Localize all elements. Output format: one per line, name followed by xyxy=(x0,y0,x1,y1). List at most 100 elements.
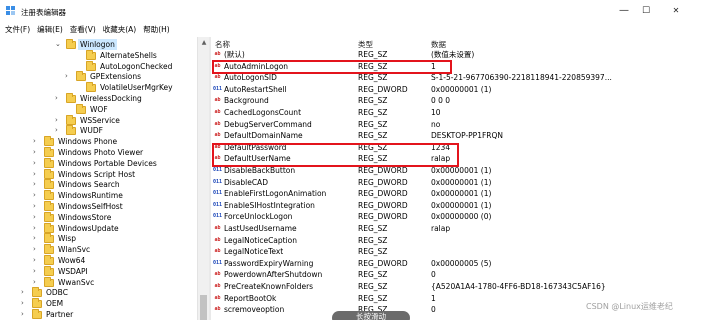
value-type: REG_SZ xyxy=(358,96,388,106)
collapsed-chevron-icon[interactable]: › xyxy=(33,179,41,190)
value-type: REG_SZ xyxy=(358,119,388,129)
folder-icon xyxy=(66,93,76,103)
collapsed-chevron-icon[interactable]: › xyxy=(21,287,29,298)
collapsed-chevron-icon[interactable]: › xyxy=(33,244,41,255)
value-row[interactable]: 011 ForceUnlockLogon REG_DWORD 0x00000000 (… xyxy=(211,211,715,222)
collapsed-chevron-icon[interactable]: › xyxy=(55,125,63,136)
string-value-icon: ab xyxy=(214,51,221,57)
minimize-button[interactable]: — xyxy=(612,4,636,18)
value-data: 0x00000001 (1) xyxy=(431,84,492,94)
string-value-icon: ab xyxy=(214,271,221,278)
folder-icon xyxy=(76,103,86,114)
value-row[interactable]: ab Background REG_SZ 0 0 0 xyxy=(211,95,715,106)
value-row[interactable]: ab LegalNoticeText REG_SZ xyxy=(211,246,715,257)
close-button[interactable]: ✕ xyxy=(664,4,688,18)
value-data: (数值未设置) xyxy=(431,50,475,59)
tree-item-label: Partner xyxy=(46,310,74,319)
collapsed-chevron-icon[interactable]: › xyxy=(33,201,41,212)
collapsed-chevron-icon[interactable]: › xyxy=(33,255,41,266)
value-row[interactable]: ab PowerdownAfterShutdown REG_SZ 0 xyxy=(211,269,715,280)
folder-icon xyxy=(32,309,42,319)
collapsed-chevron-icon[interactable]: › xyxy=(33,277,41,288)
tree-item-label: Windows Phone xyxy=(58,137,118,147)
collapsed-chevron-icon[interactable]: › xyxy=(33,158,41,169)
value-name: LegalNoticeCaption xyxy=(224,235,298,245)
value-row[interactable]: ab LegalNoticeCaption REG_SZ xyxy=(211,235,715,246)
folder-icon xyxy=(44,265,54,276)
tree-item-label: Wow64 xyxy=(58,256,86,265)
watermark: CSDN @Linux运维老纪 xyxy=(586,302,673,311)
maximize-button[interactable]: ☐ xyxy=(634,4,658,18)
collapsed-chevron-icon[interactable]: › xyxy=(33,233,41,244)
folder-icon xyxy=(32,287,42,298)
value-type: REG_DWORD xyxy=(358,258,408,268)
value-name: CachedLogonsCount xyxy=(224,108,302,117)
tree-item-label: Windows Photo Viewer xyxy=(58,148,144,157)
folder-icon xyxy=(44,147,54,157)
value-data: no xyxy=(431,119,441,129)
collapsed-chevron-icon[interactable]: › xyxy=(33,136,41,147)
value-data: {A520A1A4-1780-4FF6-BD18-167343C5AF16} xyxy=(431,282,606,291)
collapsed-chevron-icon[interactable]: › xyxy=(55,115,63,126)
string-value-icon: ab xyxy=(214,109,221,115)
value-data: 0 xyxy=(431,270,436,280)
collapsed-chevron-icon[interactable]: › xyxy=(55,93,63,104)
value-data: 0 xyxy=(431,305,436,315)
registry-editor-icon xyxy=(6,6,15,15)
collapsed-chevron-icon[interactable]: › xyxy=(21,298,29,309)
menu-view[interactable]: 查看(V) xyxy=(65,23,98,37)
value-row[interactable]: ab DefaultDomainName REG_SZ DESKTOP-PP1FRQN xyxy=(211,130,715,141)
collapsed-chevron-icon[interactable]: › xyxy=(33,169,41,180)
tree-item-label: ODBC xyxy=(46,288,68,298)
tree-item-label: OEM xyxy=(46,299,64,309)
value-name: (默认) xyxy=(224,50,245,59)
value-data: 0x00000001 (1) xyxy=(431,200,492,210)
value-row[interactable]: 011 PasswordExpiryWarning REG_DWORD 0x00000… xyxy=(211,258,715,269)
folder-icon xyxy=(86,60,96,71)
folder-icon xyxy=(44,244,54,255)
collapsed-chevron-icon[interactable]: › xyxy=(33,147,41,158)
expanded-chevron-icon[interactable]: ⌄ xyxy=(55,39,63,50)
folder-icon xyxy=(44,211,54,222)
collapsed-chevron-icon[interactable]: › xyxy=(65,71,73,82)
value-data: ralap xyxy=(431,224,451,233)
tree-item-label: WSDAPI xyxy=(58,266,88,276)
dword-value-icon: 011 xyxy=(213,213,223,220)
menu-help[interactable]: 帮助(H) xyxy=(138,23,172,37)
collapsed-chevron-icon[interactable]: › xyxy=(33,212,41,223)
value-name: DisableCAD xyxy=(224,177,268,187)
menu-favorites[interactable]: 收藏夹(A) xyxy=(98,23,138,37)
value-row[interactable]: ab DebugServerCommand REG_SZ no xyxy=(211,119,715,130)
value-row[interactable]: ab PreCreateKnownFolders REG_SZ {A520A1A4-1… xyxy=(211,281,715,292)
collapsed-chevron-icon[interactable]: › xyxy=(33,190,41,201)
tree-item-label: WlanSvc xyxy=(58,245,91,255)
registry-tree[interactable]: ⌄ Winlogon AlternateShells AutoLogonChecked… xyxy=(0,37,197,320)
value-row[interactable]: 011 DisableCAD REG_DWORD 0x00000001 (1) xyxy=(211,177,715,188)
collapsed-chevron-icon[interactable]: › xyxy=(21,309,29,320)
value-type: REG_SZ xyxy=(358,224,388,233)
value-row[interactable]: 011 EnableFirstLogonAnimation REG_DWORD 0x0… xyxy=(211,188,715,199)
value-row[interactable]: ab LastUsedUsername REG_SZ ralap xyxy=(211,223,715,234)
scrollbar-thumb[interactable] xyxy=(200,295,207,320)
value-data: 0x00000000 (0) xyxy=(431,212,492,222)
tree-item-label: Winlogon xyxy=(78,39,117,50)
value-row[interactable]: ab CachedLogonsCount REG_SZ 10 xyxy=(211,107,715,118)
tree-item-label: WUDF xyxy=(80,126,103,136)
value-name: ReportBootOk xyxy=(224,293,277,303)
values-list[interactable]: 名称 类型 数据 ab (默认) REG_SZ (数值未设置) ab AutoAdminL… xyxy=(211,37,715,320)
menu-file[interactable]: 文件(F) xyxy=(0,23,32,37)
value-row[interactable]: 011 EnableSIHostIntegration REG_DWORD 0x000… xyxy=(211,200,715,211)
collapsed-chevron-icon[interactable]: › xyxy=(33,223,41,234)
collapsed-chevron-icon[interactable]: › xyxy=(33,266,41,277)
menu-bar: 文件(F) 编辑(E) 查看(V) 收藏夹(A) 帮助(H) xyxy=(0,23,715,37)
value-type: REG_DWORD xyxy=(358,177,408,187)
value-row[interactable]: 011 AutoRestartShell REG_DWORD 0x00000001 (… xyxy=(211,84,715,95)
folder-icon xyxy=(86,82,96,93)
menu-edit[interactable]: 编辑(E) xyxy=(32,23,65,37)
tree-item-label: WOF xyxy=(90,104,108,114)
dword-value-icon: 011 xyxy=(213,190,223,197)
tree-scrollbar[interactable]: ▲ xyxy=(197,37,209,320)
string-value-icon: ab xyxy=(214,283,221,289)
value-row[interactable]: ab (默认) REG_SZ (数值未设置) xyxy=(211,49,715,60)
value-type: REG_DWORD xyxy=(358,189,408,199)
